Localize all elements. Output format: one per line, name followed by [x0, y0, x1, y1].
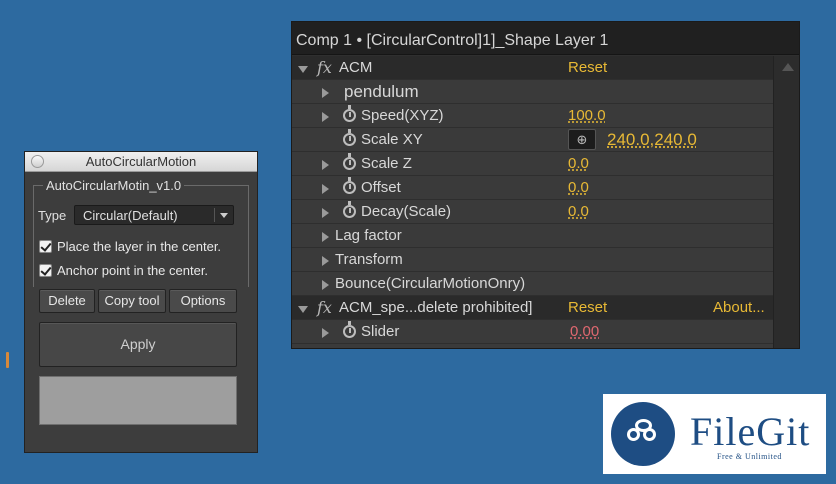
- collapse-triangle-icon[interactable]: [298, 66, 308, 73]
- property-offset[interactable]: Offset 0.0: [292, 176, 773, 200]
- property-scale-z[interactable]: Scale Z 0.0: [292, 152, 773, 176]
- property-group-pendulum[interactable]: pendulum: [292, 80, 773, 104]
- dropdown-separator: [214, 208, 215, 222]
- copy-tool-button[interactable]: Copy tool: [98, 289, 166, 313]
- options-button[interactable]: Options: [169, 289, 237, 313]
- property-label: Transform: [335, 251, 403, 268]
- type-dropdown[interactable]: Circular(Default): [74, 205, 234, 225]
- scroll-up-icon[interactable]: [782, 63, 794, 71]
- stopwatch-icon[interactable]: [343, 153, 356, 170]
- stopwatch-icon[interactable]: [343, 321, 356, 338]
- property-label: Scale XY: [361, 131, 423, 148]
- delete-button[interactable]: Delete: [39, 289, 95, 313]
- type-label: Type: [38, 208, 67, 223]
- property-value[interactable]: 0.0: [568, 203, 589, 220]
- property-group-transform[interactable]: Transform: [292, 248, 773, 272]
- property-label: pendulum: [344, 82, 419, 101]
- effect-acm-speed-row[interactable]: fx ACM_spe...delete prohibited] Reset Ab…: [292, 296, 773, 320]
- property-group-bounce[interactable]: Bounce(CircularMotionOnry): [292, 272, 773, 296]
- property-label: Lag factor: [335, 227, 402, 244]
- window-title: AutoCircularMotion: [85, 154, 197, 169]
- panel-title: Comp 1 • [CircularControl]1]_Shape Layer…: [292, 22, 799, 55]
- property-label: Slider: [361, 323, 400, 340]
- property-scale-xy[interactable]: Scale XY ⊕ 240.0,240.0: [292, 128, 773, 152]
- window-edge-marker: [6, 352, 9, 368]
- property-label: Bounce(CircularMotionOnry): [335, 275, 526, 292]
- about-link[interactable]: About...: [713, 299, 765, 316]
- expand-triangle-icon[interactable]: [322, 256, 329, 266]
- property-label: Offset: [361, 179, 401, 196]
- expand-triangle-icon[interactable]: [322, 232, 329, 242]
- checkbox-label: Place the layer in the center.: [57, 239, 222, 254]
- effect-controls-panel: Comp 1 • [CircularControl]1]_Shape Layer…: [291, 21, 800, 349]
- status-area: [39, 376, 237, 425]
- cloud-binoculars-icon: [611, 402, 675, 466]
- property-label: Decay(Scale): [361, 203, 452, 220]
- property-label: Scale Z: [361, 155, 412, 172]
- property-value[interactable]: 100.0: [568, 107, 606, 124]
- watermark-name: FileGit: [690, 409, 811, 454]
- filegit-watermark: FileGit Free & Unlimited: [603, 394, 826, 474]
- fx-icon[interactable]: fx: [317, 58, 332, 77]
- expand-triangle-icon[interactable]: [322, 184, 329, 194]
- expand-triangle-icon[interactable]: [322, 280, 329, 290]
- collapse-triangle-icon[interactable]: [298, 306, 308, 313]
- stopwatch-icon[interactable]: [343, 201, 356, 218]
- apply-button[interactable]: Apply: [39, 322, 237, 367]
- property-value[interactable]: 0.0: [568, 179, 589, 196]
- anchor-center-checkbox-row[interactable]: Anchor point in the center.: [39, 263, 239, 279]
- property-group-lag-factor[interactable]: Lag factor: [292, 224, 773, 248]
- stopwatch-icon[interactable]: [343, 129, 356, 146]
- center-layer-checkbox[interactable]: [39, 240, 52, 253]
- expand-triangle-icon[interactable]: [322, 160, 329, 170]
- group-title: AutoCircularMotin_v1.0: [43, 178, 185, 193]
- checkbox-label: Anchor point in the center.: [57, 263, 209, 278]
- vertical-scrollbar[interactable]: [773, 56, 799, 348]
- property-value[interactable]: 0.00: [570, 323, 599, 340]
- property-slider[interactable]: Slider 0.00: [292, 320, 773, 344]
- window-titlebar[interactable]: AutoCircularMotion: [25, 152, 257, 172]
- property-speed[interactable]: Speed(XYZ) 100.0: [292, 104, 773, 128]
- fx-icon[interactable]: fx: [317, 298, 332, 317]
- chevron-down-icon[interactable]: [220, 213, 228, 218]
- stopwatch-icon[interactable]: [343, 105, 356, 122]
- type-dropdown-value: Circular(Default): [83, 208, 178, 223]
- property-value[interactable]: 240.0,240.0: [607, 130, 697, 150]
- effect-name: ACM_spe...delete prohibited]: [339, 299, 533, 316]
- expand-triangle-icon[interactable]: [322, 88, 329, 98]
- stopwatch-icon[interactable]: [343, 177, 356, 194]
- anchor-center-checkbox[interactable]: [39, 264, 52, 277]
- watermark-tagline: Free & Unlimited: [717, 452, 782, 461]
- effect-controls-body: fx ACM Reset pendulum Speed(XYZ) 100.0 S…: [292, 56, 799, 348]
- expand-triangle-icon[interactable]: [322, 328, 329, 338]
- effect-acm-row[interactable]: fx ACM Reset: [292, 56, 773, 80]
- property-label: Speed(XYZ): [361, 107, 444, 124]
- reset-link[interactable]: Reset: [568, 299, 607, 316]
- point-picker-button[interactable]: ⊕: [568, 129, 596, 150]
- auto-circular-motion-window: AutoCircularMotion AutoCircularMotin_v1.…: [24, 151, 258, 453]
- reset-link[interactable]: Reset: [568, 59, 607, 76]
- expand-triangle-icon[interactable]: [322, 208, 329, 218]
- center-layer-checkbox-row[interactable]: Place the layer in the center.: [39, 239, 239, 255]
- property-decay[interactable]: Decay(Scale) 0.0: [292, 200, 773, 224]
- expand-triangle-icon[interactable]: [322, 112, 329, 122]
- property-value[interactable]: 0.0: [568, 155, 589, 172]
- effect-name: ACM: [339, 59, 373, 76]
